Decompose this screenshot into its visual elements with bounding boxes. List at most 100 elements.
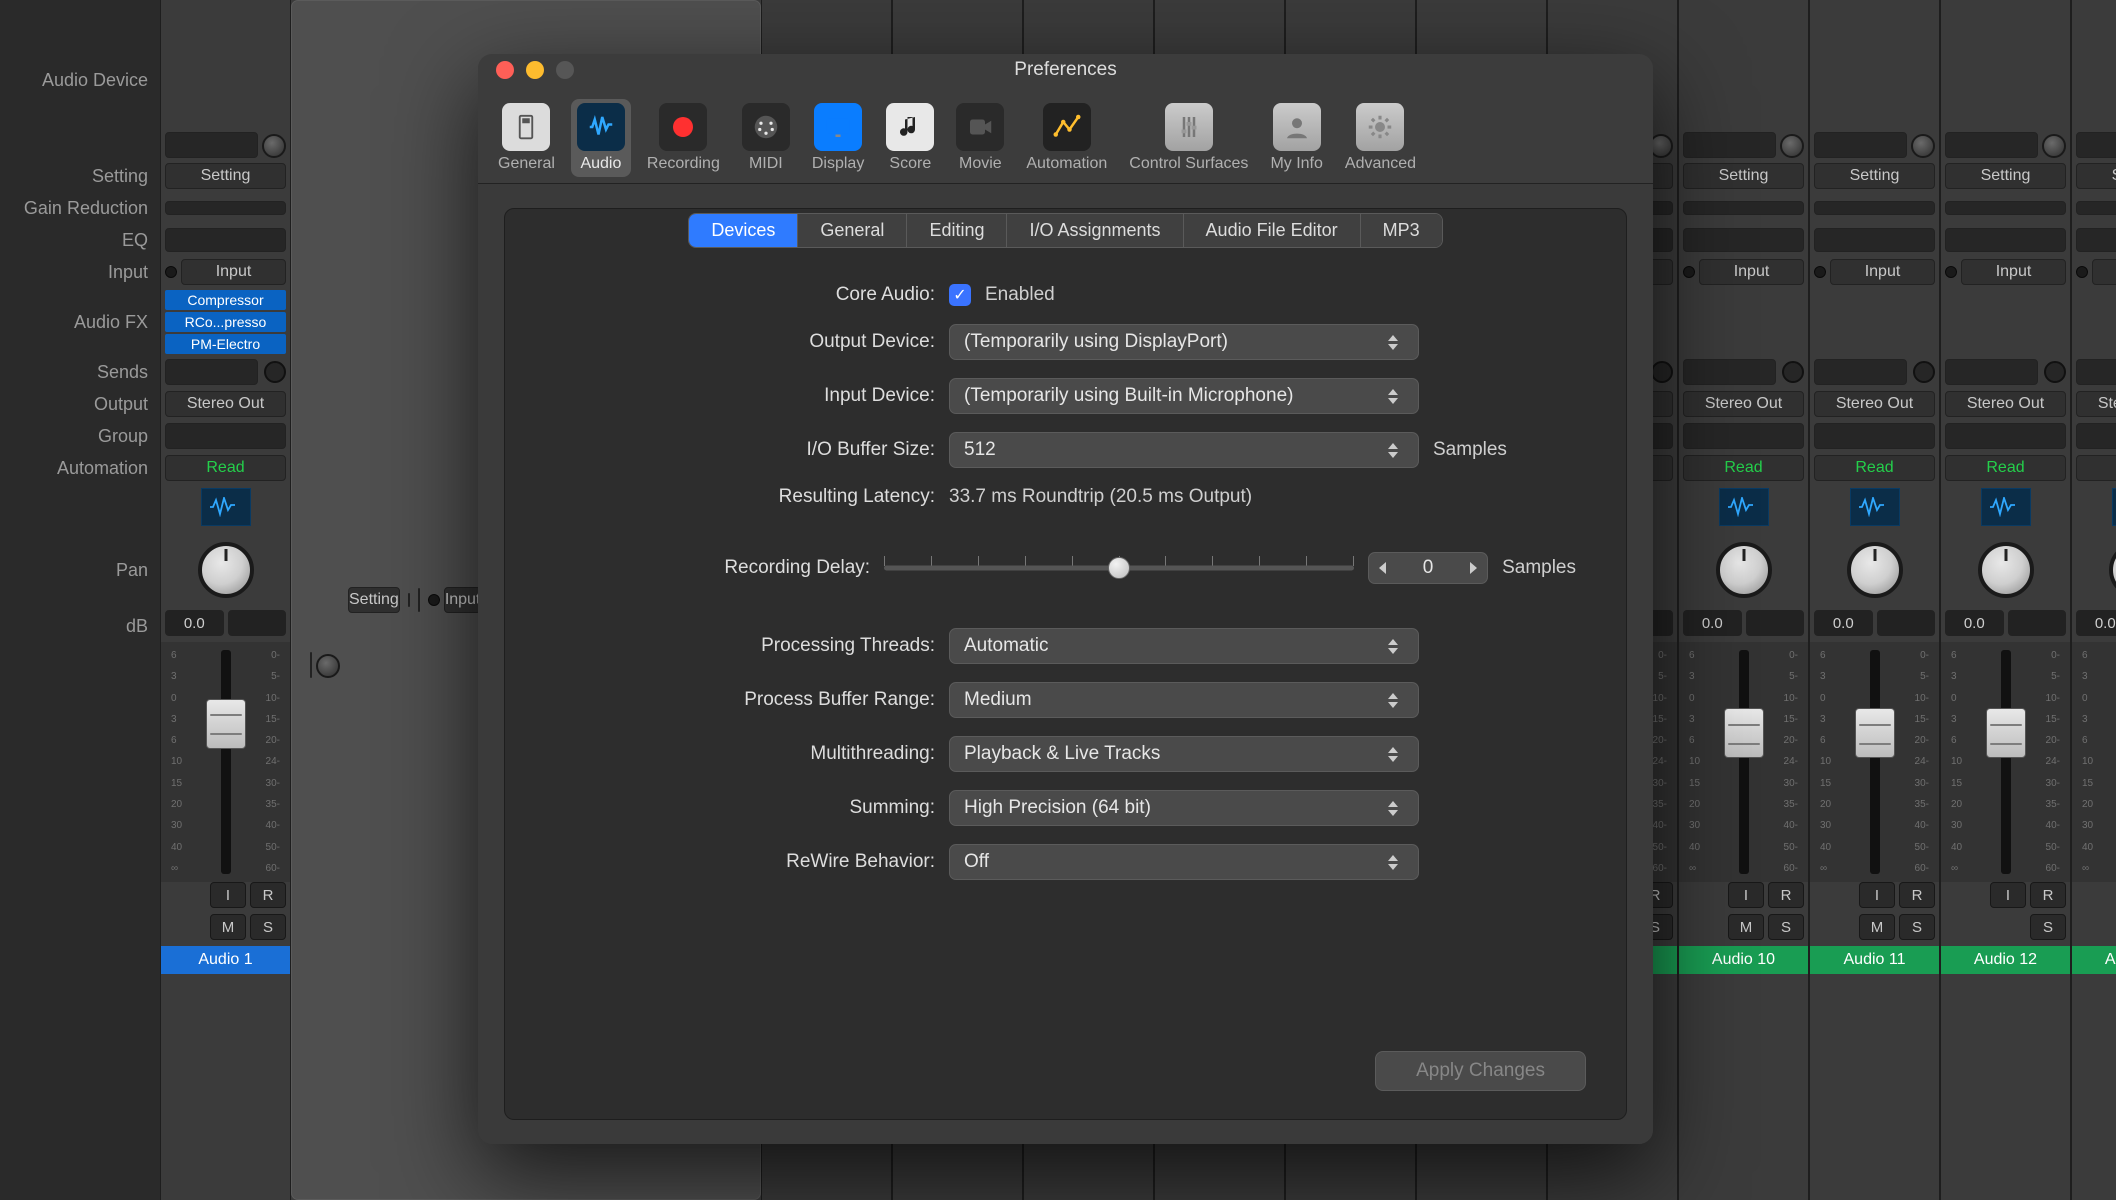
pan-knob[interactable] xyxy=(1978,542,2034,598)
audio-fx-slot[interactable] xyxy=(1941,288,2070,356)
group-slot[interactable] xyxy=(2076,423,2116,449)
prefs-tab-recording[interactable]: Recording xyxy=(641,99,726,177)
db-value[interactable]: 0.0 xyxy=(165,610,224,636)
db-value[interactable]: 0.0 xyxy=(2076,610,2116,636)
chevron-right-icon[interactable] xyxy=(1470,562,1477,574)
channel-name[interactable]: Audio 13 xyxy=(2072,946,2116,974)
group-slot[interactable] xyxy=(1945,423,2066,449)
send-slot[interactable] xyxy=(2076,359,2116,385)
prefs-tab-general[interactable]: General xyxy=(492,99,561,177)
group-slot[interactable] xyxy=(165,423,286,449)
prefs-tab-movie[interactable]: Movie xyxy=(950,99,1010,177)
threads-select[interactable]: Automatic xyxy=(949,628,1419,664)
fader[interactable]: 60-35-010-315-620-1024-1530-2035-3040-40… xyxy=(1679,642,1808,882)
pan-knob[interactable] xyxy=(1847,542,1903,598)
summing-select[interactable]: High Precision (64 bit) xyxy=(949,790,1419,826)
prefs-tab-advanced[interactable]: Advanced xyxy=(1339,99,1422,177)
input-device-select[interactable]: (Temporarily using Built-in Microphone) xyxy=(949,378,1419,414)
record-arm-button[interactable]: R xyxy=(2030,882,2066,908)
chevron-left-icon[interactable] xyxy=(1379,562,1386,574)
audio-fx-slot[interactable] xyxy=(1810,288,1939,356)
automation-mode[interactable]: Read xyxy=(2076,455,2116,481)
audio-fx-slot[interactable]: CompressorRCo...pressoPM-Electro xyxy=(161,288,290,356)
prefs-tab-my-info[interactable]: My Info xyxy=(1264,99,1328,177)
prefs-tab-automation[interactable]: Automation xyxy=(1020,99,1113,177)
send-slot[interactable] xyxy=(1683,359,1776,385)
gain-knob[interactable] xyxy=(2042,134,2066,158)
input-slot[interactable]: Input xyxy=(444,587,482,613)
waveform-icon[interactable] xyxy=(2112,488,2116,526)
automation-mode[interactable]: Read xyxy=(1814,455,1935,481)
setting-slot[interactable]: Setting xyxy=(1683,163,1804,189)
setting-slot[interactable]: Setting xyxy=(2076,163,2116,189)
channel-name[interactable]: Audio 1 xyxy=(161,946,290,974)
apply-changes-button[interactable]: Apply Changes xyxy=(1375,1051,1586,1091)
solo-button[interactable]: S xyxy=(1768,914,1804,940)
process-buffer-range-select[interactable]: Medium xyxy=(949,682,1419,718)
send-slot[interactable] xyxy=(1945,359,2038,385)
eq-slot[interactable] xyxy=(1945,228,2066,252)
fader[interactable]: 60-35-010-315-620-1024-1530-2035-3040-40… xyxy=(1941,642,2070,882)
output-slot[interactable]: Stereo Out xyxy=(1683,391,1804,417)
fader[interactable]: 60-35-010-315-620-1024-1530-2035-3040-40… xyxy=(161,642,290,882)
waveform-icon[interactable] xyxy=(201,488,251,526)
solo-button[interactable]: S xyxy=(250,914,286,940)
waveform-icon[interactable] xyxy=(1719,488,1769,526)
send-knob[interactable] xyxy=(264,361,286,383)
record-arm-button[interactable]: R xyxy=(1768,882,1804,908)
output-device-select[interactable]: (Temporarily using DisplayPort) xyxy=(949,324,1419,360)
automation-mode[interactable]: Read xyxy=(1945,455,2066,481)
pan-knob[interactable] xyxy=(2109,542,2116,598)
gain-knob[interactable] xyxy=(1911,134,1935,158)
waveform-icon[interactable] xyxy=(1850,488,1900,526)
prefs-subtab-i-o-assignments[interactable]: I/O Assignments xyxy=(1006,214,1182,247)
output-slot[interactable]: Stereo Out xyxy=(2076,391,2116,417)
prefs-tab-midi[interactable]: MIDI xyxy=(736,99,796,177)
setting-slot[interactable]: Setting xyxy=(1814,163,1935,189)
input-slot[interactable]: Input xyxy=(1961,259,2066,285)
core-audio-checkbox[interactable]: ✓ xyxy=(949,284,971,306)
send-knob[interactable] xyxy=(1782,361,1804,383)
channel-name[interactable]: Audio 10 xyxy=(1679,946,1808,974)
eq-slot[interactable] xyxy=(1683,228,1804,252)
channel-name[interactable]: Audio 12 xyxy=(1941,946,2070,974)
prefs-subtab-editing[interactable]: Editing xyxy=(906,214,1006,247)
prefs-tab-control-surfaces[interactable]: Control Surfaces xyxy=(1123,99,1254,177)
multithreading-select[interactable]: Playback & Live Tracks xyxy=(949,736,1419,772)
prefs-subtab-audio-file-editor[interactable]: Audio File Editor xyxy=(1183,214,1360,247)
input-slot[interactable]: Input xyxy=(2092,259,2116,285)
send-slot[interactable] xyxy=(1814,359,1907,385)
automation-mode[interactable]: Read xyxy=(1683,455,1804,481)
input-monitor-button[interactable]: I xyxy=(1859,882,1895,908)
prefs-subtab-mp3[interactable]: MP3 xyxy=(1360,214,1442,247)
send-knob[interactable] xyxy=(1651,361,1673,383)
input-monitor-button[interactable]: I xyxy=(210,882,246,908)
gain-knob[interactable] xyxy=(1780,134,1804,158)
setting-slot[interactable]: Setting xyxy=(348,587,400,613)
record-arm-button[interactable]: R xyxy=(250,882,286,908)
input-monitor-button[interactable]: I xyxy=(1728,882,1764,908)
recording-delay-value[interactable]: 0 xyxy=(1368,552,1488,584)
input-slot[interactable]: Input xyxy=(1699,259,1804,285)
audio-fx-slot[interactable] xyxy=(2072,288,2116,356)
audio-fx-slot[interactable] xyxy=(1679,288,1808,356)
gain-knob[interactable] xyxy=(262,134,286,158)
eq-slot[interactable] xyxy=(165,228,286,252)
group-slot[interactable] xyxy=(1814,423,1935,449)
setting-slot[interactable]: Setting xyxy=(1945,163,2066,189)
prefs-subtab-devices[interactable]: Devices xyxy=(689,214,797,247)
input-slot[interactable]: Input xyxy=(181,259,286,285)
eq-slot[interactable] xyxy=(418,588,420,612)
send-knob[interactable] xyxy=(1913,361,1935,383)
output-slot[interactable]: Stereo Out xyxy=(1814,391,1935,417)
mute-button[interactable]: M xyxy=(210,914,246,940)
output-slot[interactable]: Stereo Out xyxy=(1945,391,2066,417)
db-value[interactable]: 0.0 xyxy=(1683,610,1742,636)
mute-button[interactable]: M xyxy=(1859,914,1895,940)
waveform-icon[interactable] xyxy=(1981,488,2031,526)
send-slot[interactable] xyxy=(165,359,258,385)
rewire-select[interactable]: Off xyxy=(949,844,1419,880)
buffer-size-select[interactable]: 512 xyxy=(949,432,1419,468)
output-slot[interactable]: Stereo Out xyxy=(165,391,286,417)
pan-knob[interactable] xyxy=(198,542,254,598)
